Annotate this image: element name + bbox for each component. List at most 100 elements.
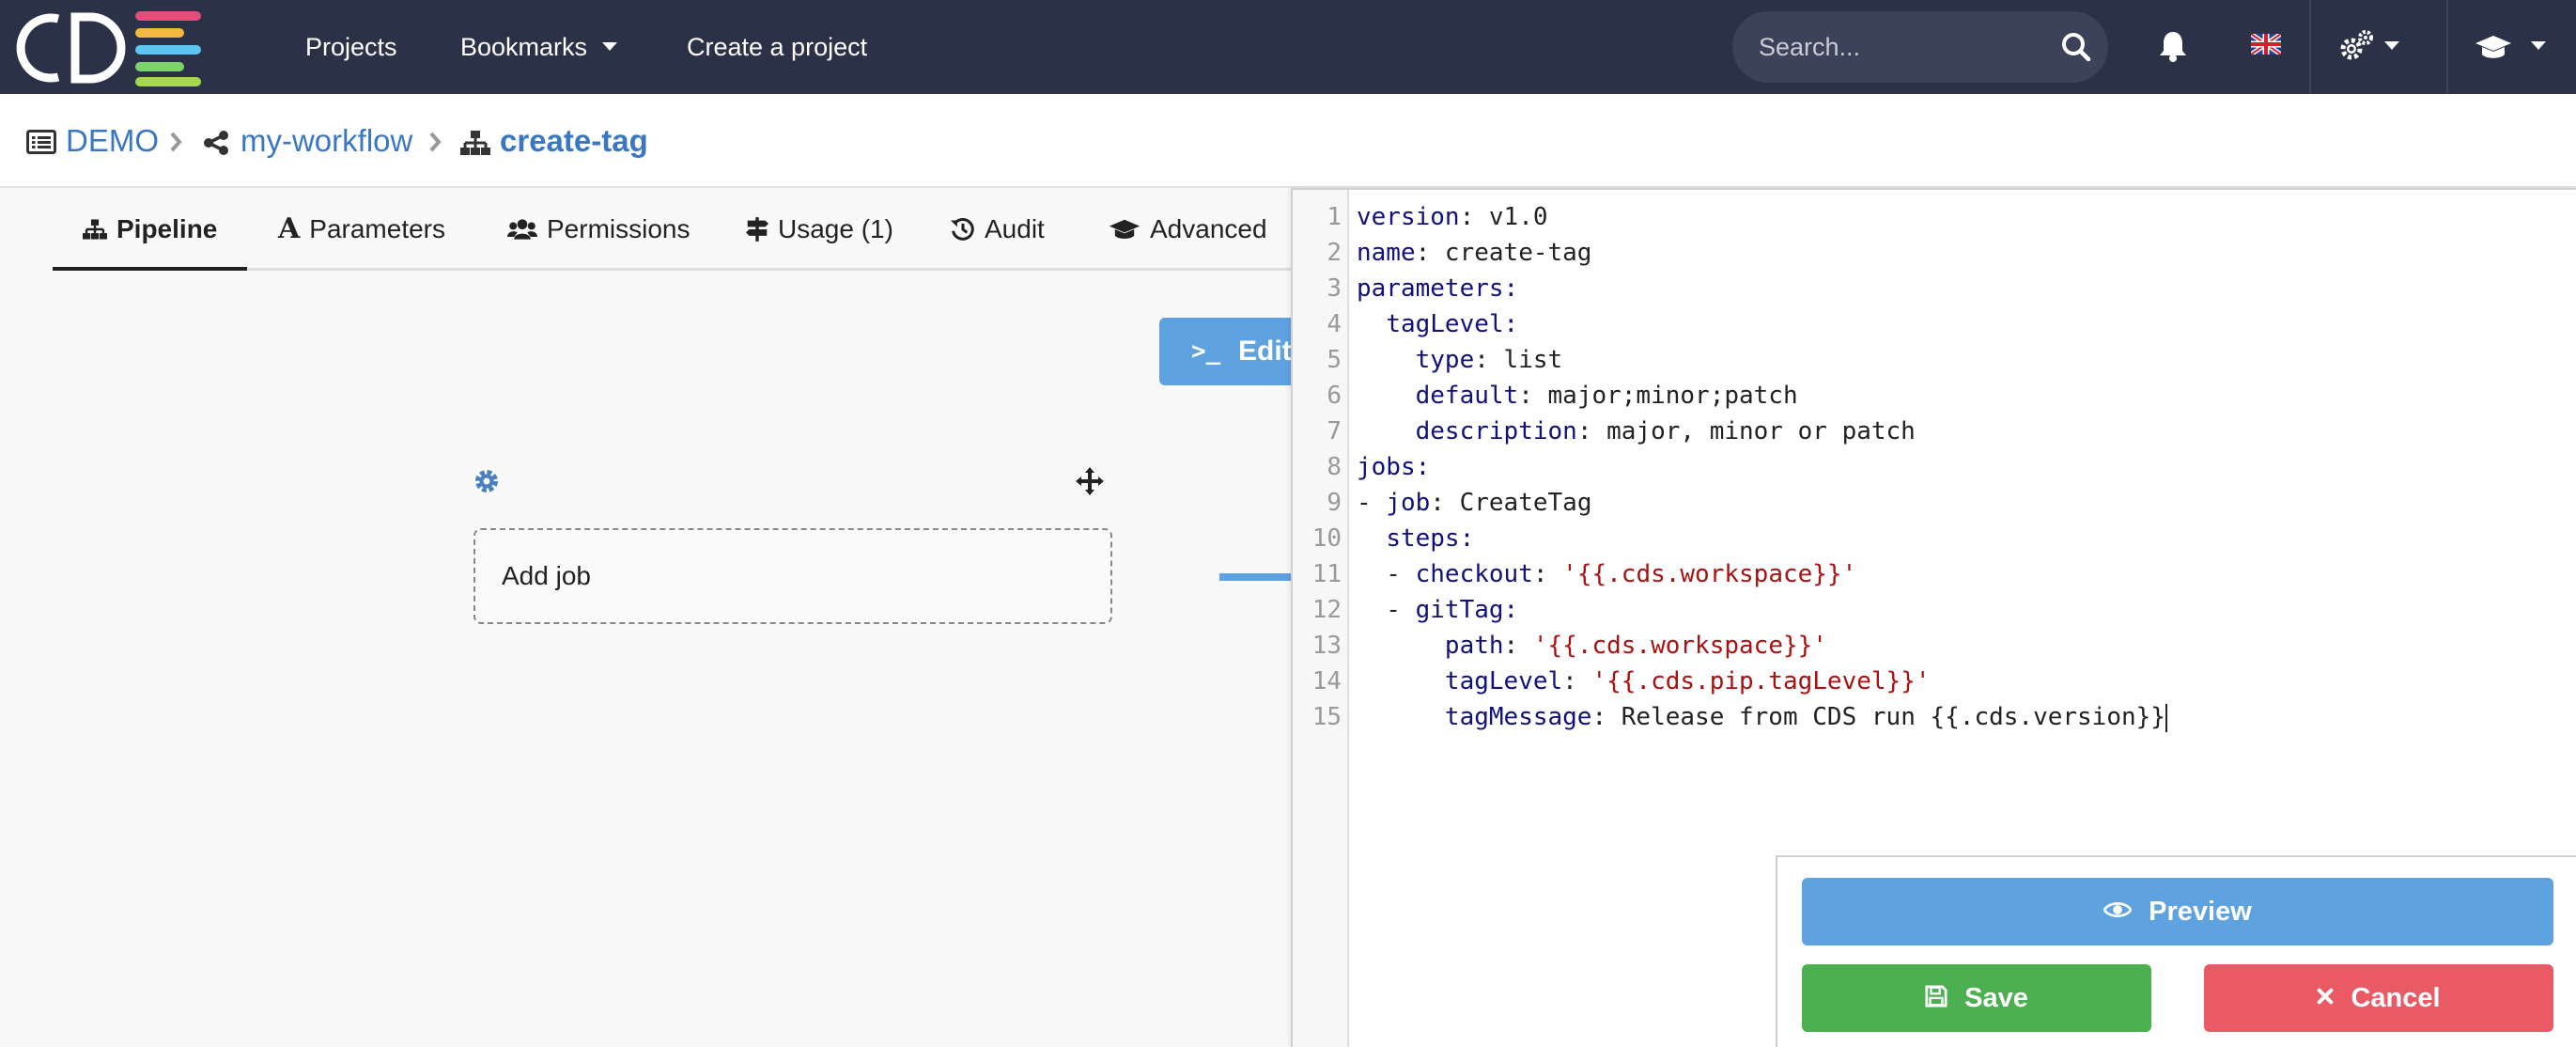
yaml-key: description	[1415, 417, 1577, 445]
line-number: 5	[1327, 346, 1342, 374]
yaml-text: :	[1503, 632, 1533, 660]
stage-connector	[1219, 573, 1291, 581]
code-line[interactable]: - checkout: '{{.cds.workspace}}'	[1357, 556, 1856, 592]
yaml-text: -	[1357, 596, 1416, 624]
line-number: 13	[1311, 632, 1342, 660]
pipeline-tabs: Pipeline A Parameters Permissions Usage (…	[53, 188, 1311, 271]
tab-usage[interactable]: Usage (1)	[746, 188, 893, 271]
gear-icon[interactable]	[473, 468, 500, 494]
edit-as-code-button[interactable]: >_ Edit	[1159, 318, 1310, 385]
line-number: 7	[1327, 417, 1342, 445]
top-navbar: Projects Bookmarks Create a project	[0, 0, 2576, 94]
yaml-text: -	[1357, 560, 1416, 588]
yaml-key: checkout	[1415, 560, 1533, 588]
code-line[interactable]: type: list	[1357, 342, 1563, 378]
yaml-key: version	[1357, 203, 1460, 231]
line-number: 9	[1327, 489, 1342, 517]
tab-label: Usage (1)	[778, 214, 893, 243]
search-icon[interactable]	[2061, 32, 2091, 62]
save-label: Save	[1964, 983, 2028, 1013]
search-input[interactable]	[1759, 11, 2041, 83]
nav-projects-link[interactable]: Projects	[305, 0, 397, 94]
yaml-text: :	[1562, 667, 1592, 695]
add-job-button[interactable]: Add job	[473, 528, 1112, 624]
sitemap-icon	[460, 131, 490, 155]
flag-uk-icon[interactable]	[2251, 34, 2281, 55]
code-line[interactable]: tagLevel:	[1357, 306, 1518, 342]
yaml-key: parameters	[1357, 274, 1504, 303]
bell-icon[interactable]	[2159, 30, 2187, 62]
yaml-key: type	[1415, 346, 1475, 374]
line-number: 11	[1311, 560, 1342, 588]
move-icon[interactable]	[1075, 466, 1105, 496]
nav-create-project-link[interactable]: Create a project	[687, 0, 867, 94]
code-line[interactable]: jobs:	[1357, 449, 1430, 485]
chevron-right-icon	[429, 132, 442, 152]
save-button[interactable]: Save	[1802, 964, 2151, 1032]
line-number: 10	[1311, 524, 1342, 553]
code-line[interactable]: - gitTag:	[1357, 592, 1518, 628]
yaml-text: : list	[1474, 346, 1563, 374]
yaml-text	[1357, 667, 1445, 695]
yaml-key: :	[1459, 524, 1475, 553]
code-line[interactable]: tagMessage: Release from CDS run {{.cds.…	[1357, 699, 2167, 735]
edit-button-label: Edit	[1238, 336, 1292, 367]
line-number: 15	[1311, 703, 1342, 731]
tab-advanced[interactable]: Advanced	[1109, 188, 1267, 271]
code-line[interactable]: tagLevel: '{{.cds.pip.tagLevel}}'	[1357, 664, 1931, 699]
cogs-icon	[2340, 30, 2373, 60]
settings-dropdown[interactable]	[2339, 28, 2414, 66]
yaml-text: : major;minor;patch	[1518, 382, 1798, 410]
yaml-text	[1357, 346, 1416, 374]
code-line[interactable]: version: v1.0	[1357, 199, 1548, 235]
tab-audit[interactable]: Audit	[951, 188, 1045, 271]
chevron-down-icon	[2384, 41, 2399, 50]
yaml-key: :	[1503, 274, 1519, 303]
graduation-cap-icon	[1109, 219, 1141, 239]
code-line[interactable]: steps:	[1357, 521, 1474, 556]
line-number: 8	[1327, 453, 1342, 481]
list-alt-icon	[26, 130, 56, 154]
breadcrumb-pipeline-link[interactable]: create-tag	[500, 120, 648, 162]
breadcrumb-project-link[interactable]: DEMO	[66, 120, 159, 162]
line-number: 12	[1311, 596, 1342, 624]
users-icon	[507, 218, 537, 240]
code-line[interactable]: description: major, minor or patch	[1357, 414, 1916, 449]
line-number-gutter: 1 2 3 4 5 6 7 8 9 10 11 12 13 14 15	[1293, 190, 1349, 1047]
signs-icon	[746, 216, 768, 242]
documentation-dropdown[interactable]	[2475, 28, 2559, 66]
tab-label: Pipeline	[116, 214, 218, 243]
preview-button[interactable]: Preview	[1802, 878, 2553, 945]
nav-bookmarks-dropdown[interactable]: Bookmarks	[460, 0, 618, 94]
tab-pipeline[interactable]: Pipeline	[53, 188, 248, 271]
tab-parameters[interactable]: A Parameters	[278, 188, 445, 271]
breadcrumb-workflow-link[interactable]: my-workflow	[241, 120, 412, 162]
preview-label: Preview	[2149, 897, 2252, 927]
code-line[interactable]: - job: CreateTag	[1357, 485, 1591, 521]
yaml-text: : CreateTag	[1430, 489, 1592, 517]
chevron-right-icon	[170, 132, 182, 152]
yaml-key: jobs	[1357, 453, 1416, 481]
yaml-text	[1357, 417, 1416, 445]
code-line[interactable]: name: create-tag	[1357, 235, 1591, 271]
code-line[interactable]: parameters:	[1357, 271, 1518, 306]
cds-logo[interactable]	[11, 8, 204, 88]
yaml-key: tagLevel	[1444, 667, 1563, 695]
editor-action-panel: Preview Save Cancel	[1776, 855, 2576, 1047]
cancel-button[interactable]: Cancel	[2204, 964, 2553, 1032]
yaml-string: '{{.cds.workspace}}'	[1532, 632, 1827, 660]
yaml-key: :	[1503, 596, 1519, 624]
line-number: 1	[1327, 203, 1342, 231]
history-icon	[951, 217, 974, 241]
tab-label: Advanced	[1150, 214, 1267, 243]
close-icon	[2318, 989, 2334, 1005]
graduation-cap-icon	[2475, 36, 2511, 58]
yaml-text: : Release from CDS run {{.cds.version}}	[1591, 703, 2165, 731]
code-line[interactable]: path: '{{.cds.workspace}}'	[1357, 628, 1827, 664]
search-box	[1732, 11, 2108, 83]
code-line[interactable]: default: major;minor;patch	[1357, 378, 1798, 414]
yaml-string: '{{.cds.pip.tagLevel}}'	[1591, 667, 1931, 695]
tab-permissions[interactable]: Permissions	[507, 188, 690, 271]
breadcrumb: DEMO my-workflow create-tag	[0, 94, 2576, 188]
sitemap-icon	[83, 219, 107, 240]
